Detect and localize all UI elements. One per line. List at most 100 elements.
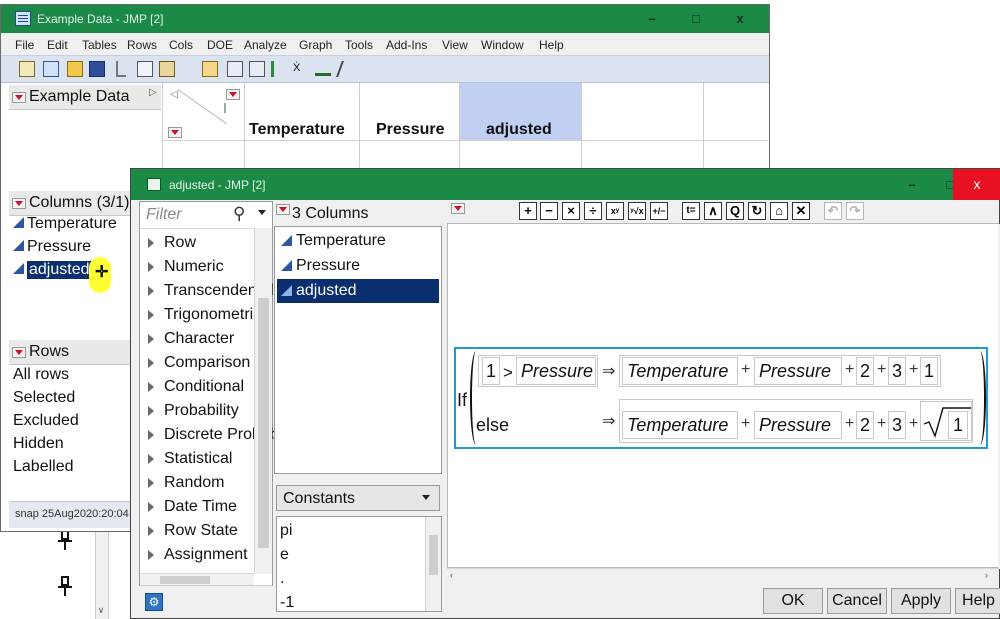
add-button[interactable]: + (519, 202, 537, 220)
menu-help[interactable]: Help (539, 38, 564, 52)
expand-arrow-icon[interactable] (148, 262, 154, 272)
redo-icon[interactable]: ↷ (846, 202, 864, 220)
scroll-thumb[interactable] (258, 298, 269, 548)
delete-button[interactable]: ✕ (792, 202, 810, 220)
expand-arrow-icon[interactable] (148, 430, 154, 440)
minimize-button[interactable]: – (629, 5, 675, 33)
dialog-close-button[interactable]: x (953, 169, 1000, 200)
else-term-temperature[interactable]: Temperature (622, 411, 738, 439)
function-group-row-state[interactable]: Row State (164, 522, 238, 540)
function-group-date-time[interactable]: Date Time (164, 498, 237, 516)
then-term-pressure[interactable]: Pressure (754, 357, 842, 385)
tables-icon[interactable] (227, 61, 243, 77)
function-group-assignment[interactable]: Assignment (164, 546, 248, 564)
data-table-list-icon[interactable] (202, 61, 218, 77)
constants-dropdown[interactable]: Constants (276, 485, 440, 511)
apply-button[interactable]: Apply (891, 588, 951, 614)
refresh-button[interactable]: ↻ (748, 202, 766, 220)
cancel-button[interactable]: Cancel (827, 588, 887, 614)
filter-input[interactable]: Filter (146, 206, 182, 224)
menu-add-ins[interactable]: Add-Ins (386, 38, 427, 52)
maximize-button[interactable]: □ (673, 5, 719, 33)
new-table-icon[interactable] (19, 61, 35, 77)
function-group-statistical[interactable]: Statistical (164, 450, 232, 468)
function-group-comparison[interactable]: Comparison (164, 354, 250, 372)
rows-menu-red-triangle-icon[interactable] (12, 347, 26, 358)
new-script-icon[interactable] (43, 61, 59, 77)
grid-icon[interactable] (249, 61, 265, 77)
menu-graph[interactable]: Graph (299, 38, 332, 52)
menu-analyze[interactable]: Analyze (244, 38, 287, 52)
formula-column-adjusted-selected[interactable]: adjusted (296, 282, 357, 300)
menu-cols[interactable]: Cols (169, 38, 193, 52)
undo-icon[interactable]: ↶ (824, 202, 842, 220)
then-term-two[interactable]: 2 (856, 357, 874, 385)
subtract-button[interactable]: − (540, 202, 558, 220)
constant-e[interactable]: e (280, 546, 289, 564)
then-term-one[interactable]: 1 (920, 357, 938, 385)
constants-scrollbar[interactable] (425, 517, 441, 611)
function-list-vertical-scrollbar[interactable] (254, 228, 272, 574)
function-group-random[interactable]: Random (164, 474, 224, 492)
ok-button[interactable]: OK (763, 588, 823, 614)
column-item-temperature[interactable]: Temperature (27, 215, 117, 233)
menu-doe[interactable]: DOE (207, 38, 233, 52)
expand-arrow-icon[interactable] (148, 454, 154, 464)
expand-arrow-icon[interactable] (148, 526, 154, 536)
formula-horizontal-scrollbar[interactable]: ‹ › (447, 568, 999, 582)
power-button[interactable]: xʸ (606, 202, 624, 220)
expand-arrow-icon[interactable] (148, 286, 154, 296)
cut-icon[interactable] (116, 61, 126, 77)
menu-tables[interactable]: Tables (82, 38, 117, 52)
filter-box[interactable]: Filter ⚲ (140, 202, 272, 229)
expand-arrow-icon[interactable] (148, 310, 154, 320)
constant-missing[interactable]: . (280, 570, 284, 588)
function-group-numeric[interactable]: Numeric (164, 258, 224, 276)
columns-red-triangle-icon[interactable] (226, 89, 240, 100)
formula-column-temperature[interactable]: Temperature (296, 232, 386, 250)
expand-arrow-icon[interactable] (148, 478, 154, 488)
save-icon[interactable] (89, 61, 105, 77)
function-group-trigonometric[interactable]: Trigonometric (164, 306, 261, 324)
expand-arrow-icon[interactable] (148, 382, 154, 392)
fit-model-icon[interactable] (315, 66, 331, 76)
table-panel-header[interactable]: Example Data ▷ (9, 85, 161, 110)
change-sign-button[interactable]: +/− (650, 202, 668, 220)
script-edit-icon[interactable] (336, 61, 358, 77)
expand-arrow-icon[interactable] (148, 502, 154, 512)
condition-right-pressure[interactable]: Pressure (516, 357, 596, 385)
grid-header-pressure[interactable]: Pressure (376, 121, 445, 139)
menu-tools[interactable]: Tools (345, 38, 373, 52)
multiply-button[interactable]: × (562, 202, 580, 220)
expand-arrow-icon[interactable] (148, 238, 154, 248)
paste-icon[interactable] (159, 61, 175, 77)
row-header-arrow-icon[interactable]: ◁ (170, 89, 178, 100)
menu-view[interactable]: View (442, 38, 468, 52)
zoom-button[interactable]: Q (726, 202, 744, 220)
rows-red-triangle-icon[interactable] (168, 127, 182, 138)
main-titlebar[interactable]: Example Data - JMP [2] – □ x (1, 5, 769, 33)
formula-expression[interactable]: If 1 > Pressure ⇒ Temperature + Pressure… (454, 347, 988, 449)
grid-header-adjusted[interactable]: adjusted (486, 121, 552, 139)
column-item-pressure[interactable]: Pressure (27, 238, 91, 256)
expand-arrow-icon[interactable] (148, 406, 154, 416)
scroll-thumb[interactable] (429, 535, 438, 575)
then-term-three[interactable]: 3 (888, 357, 906, 385)
then-term-temperature[interactable]: Temperature (622, 357, 738, 385)
divide-button[interactable]: ÷ (584, 202, 602, 220)
copy-icon[interactable] (137, 61, 153, 77)
menu-edit[interactable]: Edit (47, 38, 68, 52)
formula-column-pressure[interactable]: Pressure (296, 257, 360, 275)
expand-arrow-icon[interactable] (148, 358, 154, 368)
peel-expression-button[interactable]: ∧ (704, 202, 722, 220)
menu-file[interactable]: File (15, 38, 34, 52)
rows-panel-header[interactable]: Rows (9, 340, 131, 365)
collapse-arrow-icon[interactable]: ▷ (149, 87, 157, 98)
menu-rows[interactable]: Rows (127, 38, 157, 52)
column-item-adjusted-selected[interactable]: adjusted (27, 261, 92, 279)
else-term-pressure[interactable]: Pressure (754, 411, 842, 439)
constant-pi[interactable]: pi (280, 522, 292, 540)
constant-minus-one[interactable]: -1 (280, 594, 294, 612)
grid-header-temperature[interactable]: Temperature (249, 121, 345, 139)
function-group-character[interactable]: Character (164, 330, 234, 348)
